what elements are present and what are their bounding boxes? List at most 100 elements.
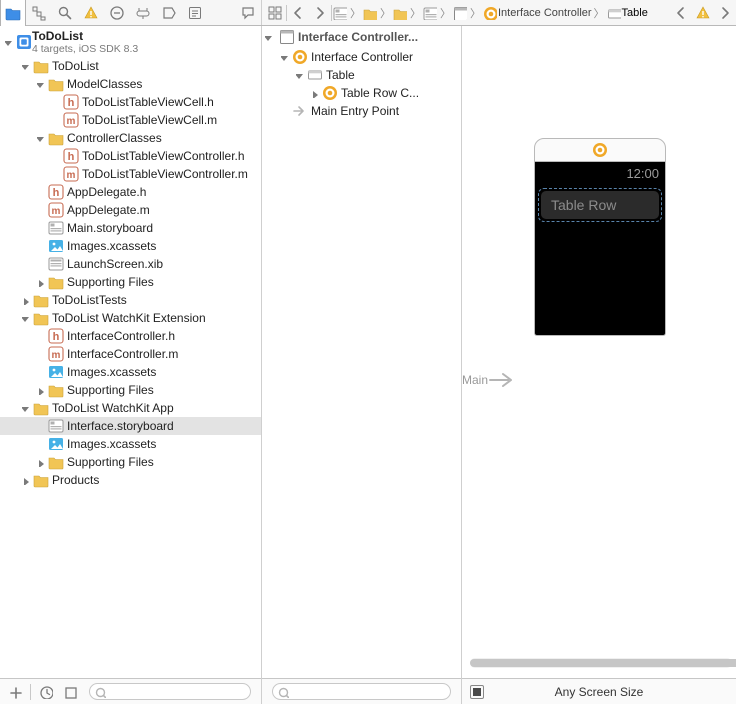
disclosure-triangle-icon[interactable] bbox=[21, 313, 32, 324]
folder-icon bbox=[33, 400, 49, 416]
h-icon bbox=[63, 94, 79, 110]
project-root[interactable]: ToDoList4 targets, iOS SDK 8.3 bbox=[0, 28, 261, 57]
debug-navigator-tab[interactable] bbox=[130, 0, 156, 26]
arrow-label: Main bbox=[462, 373, 488, 387]
file-tree-row[interactable]: InterfaceController.m bbox=[0, 345, 261, 363]
watch-screen[interactable]: 12:00 Table Row bbox=[534, 162, 666, 336]
canvas-horizontal-scrollbar[interactable] bbox=[470, 658, 732, 668]
file-tree-row[interactable]: ToDoList bbox=[0, 57, 261, 75]
test-navigator-tab[interactable] bbox=[104, 0, 130, 26]
breadcrumb-segment[interactable]: Table bbox=[606, 6, 649, 20]
file-tree-row[interactable]: InterfaceController.h bbox=[0, 327, 261, 345]
file-tree-row[interactable]: ToDoList WatchKit Extension bbox=[0, 309, 261, 327]
file-tree-row[interactable]: Interface.storyboard bbox=[0, 417, 261, 435]
breadcrumb-segment[interactable] bbox=[362, 6, 379, 20]
file-tree-row[interactable]: ToDoListTableViewController.h bbox=[0, 147, 261, 165]
file-tree-row[interactable]: LaunchScreen.xib bbox=[0, 255, 261, 273]
file-tree-row[interactable]: ControllerClasses bbox=[0, 129, 261, 147]
breadcrumb-segment[interactable] bbox=[452, 6, 469, 20]
file-label: ToDoList WatchKit App bbox=[52, 401, 174, 415]
find-navigator-tab[interactable] bbox=[52, 0, 78, 26]
file-tree-row[interactable]: Supporting Files bbox=[0, 273, 261, 291]
assets-icon bbox=[48, 238, 64, 254]
toggle-outline-button[interactable] bbox=[470, 685, 484, 699]
watch-scene-header[interactable] bbox=[534, 138, 666, 162]
folder-icon bbox=[33, 472, 49, 488]
project-navigator: ToDoList4 targets, iOS SDK 8.3ToDoListMo… bbox=[0, 26, 262, 704]
scm-filter-button[interactable] bbox=[61, 683, 79, 701]
file-tree-row[interactable]: Products bbox=[0, 471, 261, 489]
disclosure-triangle-icon[interactable] bbox=[4, 37, 15, 48]
file-tree-row[interactable]: Images.xcassets bbox=[0, 237, 261, 255]
breadcrumb-segment[interactable] bbox=[332, 6, 349, 20]
interface-builder-canvas[interactable]: Main 12:00 Table Row bbox=[462, 26, 736, 704]
forward-button[interactable] bbox=[309, 0, 331, 25]
xib-icon bbox=[48, 256, 64, 272]
folder-icon bbox=[48, 130, 64, 146]
file-tree-row[interactable]: ToDoListTableViewController.m bbox=[0, 165, 261, 183]
file-tree-row[interactable]: AppDelegate.m bbox=[0, 201, 261, 219]
file-tree-row[interactable]: AppDelegate.h bbox=[0, 183, 261, 201]
disclosure-triangle-icon[interactable] bbox=[264, 32, 275, 43]
arrow-icon bbox=[488, 370, 518, 390]
file-tree-row[interactable]: ToDoListTableViewCell.h bbox=[0, 93, 261, 111]
assets-icon bbox=[48, 364, 64, 380]
recent-filter-button[interactable] bbox=[37, 683, 55, 701]
report-navigator-tab[interactable] bbox=[182, 0, 208, 26]
watch-scene[interactable]: 12:00 Table Row bbox=[534, 138, 666, 336]
outline-filter-field[interactable] bbox=[272, 683, 451, 700]
file-tree-row[interactable]: Main.storyboard bbox=[0, 219, 261, 237]
comments-tab[interactable] bbox=[235, 0, 261, 26]
issues-indicator[interactable] bbox=[692, 0, 714, 25]
file-label: ToDoListTableViewController.m bbox=[82, 167, 248, 181]
disclosure-triangle-icon[interactable] bbox=[36, 79, 47, 90]
canvas-size-bar[interactable]: Any Screen Size bbox=[462, 678, 736, 704]
h-icon bbox=[63, 148, 79, 164]
disclosure-triangle-icon[interactable] bbox=[21, 295, 32, 306]
outline-header[interactable]: Interface Controller... bbox=[262, 26, 461, 48]
next-issue-button[interactable] bbox=[714, 0, 736, 25]
file-label: Images.xcassets bbox=[67, 437, 156, 451]
disclosure-triangle-icon[interactable] bbox=[36, 277, 47, 288]
chevron-right-icon: 〉 bbox=[379, 5, 392, 21]
file-tree-row[interactable]: Supporting Files bbox=[0, 381, 261, 399]
disclosure-triangle-icon[interactable] bbox=[36, 457, 47, 468]
issue-navigator-tab[interactable] bbox=[78, 0, 104, 26]
previous-issue-button[interactable] bbox=[670, 0, 692, 25]
file-tree-row[interactable]: Images.xcassets bbox=[0, 435, 261, 453]
file-tree-row[interactable]: ToDoListTests bbox=[0, 291, 261, 309]
breakpoint-navigator-tab[interactable] bbox=[156, 0, 182, 26]
back-button[interactable] bbox=[287, 0, 309, 25]
file-tree-row[interactable]: ToDoList WatchKit App bbox=[0, 399, 261, 417]
outline-row[interactable]: Main Entry Point bbox=[262, 102, 461, 120]
disclosure-triangle-icon[interactable] bbox=[21, 61, 32, 72]
file-label: Interface.storyboard bbox=[67, 419, 174, 433]
file-tree-row[interactable]: ModelClasses bbox=[0, 75, 261, 93]
file-tree-row[interactable]: ToDoListTableViewCell.m bbox=[0, 111, 261, 129]
disclosure-triangle-icon[interactable] bbox=[21, 403, 32, 414]
breadcrumb-segment[interactable] bbox=[422, 6, 439, 20]
outline-row[interactable]: Table Row C... bbox=[262, 84, 461, 102]
disclosure-triangle-icon[interactable] bbox=[280, 52, 291, 63]
breadcrumb-segment[interactable] bbox=[392, 6, 409, 20]
related-items-button[interactable] bbox=[264, 0, 286, 25]
table-row-prototype[interactable]: Table Row bbox=[538, 188, 662, 222]
outline-row[interactable]: Table bbox=[262, 66, 461, 84]
outline-row[interactable]: Interface Controller bbox=[262, 48, 461, 66]
project-navigator-tab[interactable] bbox=[0, 0, 26, 26]
file-tree-row[interactable]: Images.xcassets bbox=[0, 363, 261, 381]
scrollbar-thumb[interactable] bbox=[470, 659, 736, 667]
disclosure-triangle-icon[interactable] bbox=[36, 133, 47, 144]
disclosure-triangle-icon[interactable] bbox=[295, 70, 306, 81]
add-button[interactable] bbox=[6, 683, 24, 701]
disclosure-triangle-icon[interactable] bbox=[310, 88, 321, 99]
navigator-filter-field[interactable] bbox=[89, 683, 251, 700]
symbol-navigator-tab[interactable] bbox=[26, 0, 52, 26]
breadcrumb-segment[interactable]: Interface Controller bbox=[482, 6, 593, 20]
jump-bar: 〉〉〉〉〉Interface Controller〉Table bbox=[262, 0, 736, 25]
main-entry-arrow[interactable]: Main bbox=[462, 370, 518, 390]
controller-icon bbox=[483, 6, 497, 20]
file-tree-row[interactable]: Supporting Files bbox=[0, 453, 261, 471]
disclosure-triangle-icon[interactable] bbox=[36, 385, 47, 396]
disclosure-triangle-icon[interactable] bbox=[21, 475, 32, 486]
